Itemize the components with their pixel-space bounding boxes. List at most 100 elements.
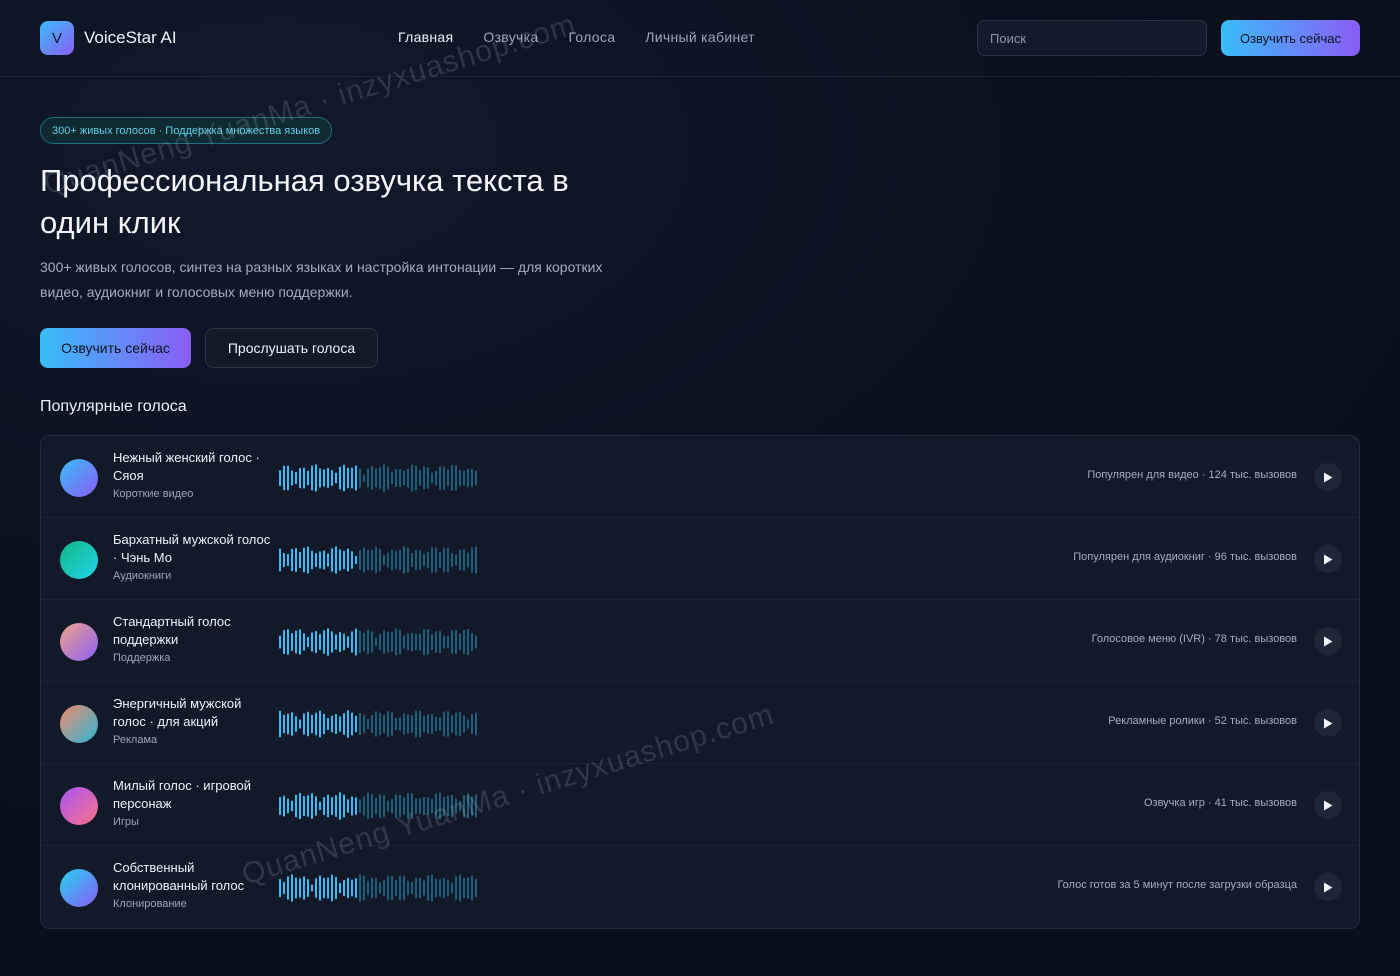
waveform-bar: [359, 549, 361, 571]
play-button[interactable]: [1314, 463, 1342, 491]
waveform-bar: [415, 465, 417, 491]
waveform-bar: [395, 550, 397, 570]
waveform-bar: [315, 712, 317, 736]
play-button[interactable]: [1314, 709, 1342, 737]
play-button[interactable]: [1314, 791, 1342, 819]
waveform-bar: [383, 714, 385, 734]
waveform-bar: [407, 547, 409, 573]
waveform-bar: [475, 878, 477, 898]
voice-name: Стандартный голос поддержки: [113, 614, 231, 647]
waveform-bar: [343, 794, 345, 818]
nav-item-account[interactable]: Личный кабинет: [645, 29, 755, 45]
waveform-bar: [419, 797, 421, 815]
waveform-bar: [323, 630, 325, 654]
waveform-bar: [355, 555, 357, 565]
waveform-bar: [371, 466, 373, 490]
waveform-bar: [383, 794, 385, 818]
voice-row[interactable]: Бархатный мужской голос · Чэнь Мо Аудиок…: [41, 518, 1359, 600]
waveform-bar: [355, 465, 357, 491]
waveform-bar: [359, 799, 361, 813]
waveform-bar: [295, 715, 297, 733]
voice-stats: Популярен для аудиокниг · 96 тыс. вызово…: [1073, 551, 1297, 563]
waveform-bar: [435, 470, 437, 486]
nav-item-home[interactable]: Главная: [398, 29, 453, 45]
play-button[interactable]: [1314, 873, 1342, 901]
waveform-bar: [399, 550, 401, 570]
waveform-bar: [447, 547, 449, 573]
waveform-bar: [423, 715, 425, 733]
brand-name[interactable]: VoiceStar AI: [84, 28, 177, 48]
waveform-bar: [279, 470, 281, 486]
waveform-bar: [279, 796, 281, 816]
waveform-bar: [375, 546, 377, 574]
waveform-bar: [319, 633, 321, 651]
waveform-bar: [399, 875, 401, 901]
waveform-bar: [351, 796, 353, 816]
waveform-bar: [455, 629, 457, 655]
waveform-bar: [303, 876, 305, 900]
avatar: [60, 459, 98, 497]
waveform-bar: [291, 548, 293, 572]
popular-voices-title: Популярные голоса: [40, 398, 187, 415]
waveform-bar: [307, 470, 309, 486]
waveform-bar: [447, 635, 449, 649]
waveform-bar: [367, 629, 369, 655]
logo-letter: V: [51, 29, 62, 47]
waveform-bar: [307, 711, 309, 737]
waveform-bar: [439, 630, 441, 654]
waveform-bar: [291, 874, 293, 902]
waveform-bar: [299, 719, 301, 729]
waveform-bar: [399, 629, 401, 655]
waveform-bar: [427, 796, 429, 816]
voice-now-button[interactable]: Озвучить сейчас: [40, 328, 191, 368]
waveform-bar: [371, 549, 373, 571]
waveform-bar: [391, 798, 393, 814]
voice-row[interactable]: Собственный клонированный голос Клониров…: [41, 846, 1359, 928]
waveform-bar: [367, 549, 369, 571]
search-input[interactable]: [977, 20, 1207, 56]
waveform-bar: [467, 877, 469, 899]
waveform-bar: [363, 796, 365, 816]
waveform-bar: [327, 877, 329, 899]
waveform-bar: [335, 713, 337, 735]
waveform-bar: [431, 713, 433, 735]
voice-row[interactable]: Милый голос · игровой персонаж Игры Озву…: [41, 764, 1359, 846]
play-icon: [1324, 554, 1333, 564]
waveform-bar: [371, 877, 373, 899]
waveform-bar: [467, 628, 469, 656]
waveform-bar: [291, 712, 293, 736]
waveform-bar: [423, 553, 425, 567]
nav-item-voiceover[interactable]: Озвучка: [483, 29, 538, 45]
waveform-bar: [359, 874, 361, 902]
waveform-bar: [303, 795, 305, 817]
header-cta-button[interactable]: Озвучить сейчас: [1221, 20, 1360, 56]
waveform-bar: [439, 465, 441, 491]
waveform-bar: [295, 471, 297, 485]
voice-row[interactable]: Нежный женский голос · Сяоя Короткие вид…: [41, 436, 1359, 518]
waveform-bar: [387, 631, 389, 653]
voice-stats: Голосовое меню (IVR) · 78 тыс. вызовов: [1091, 633, 1297, 645]
waveform-bar: [319, 875, 321, 901]
voice-row[interactable]: Стандартный голос поддержки Поддержка Го…: [41, 600, 1359, 682]
waveform-bar: [475, 712, 477, 736]
waveform-bar: [467, 468, 469, 488]
waveform-bar: [283, 629, 285, 655]
play-button[interactable]: [1314, 627, 1342, 655]
waveform-bar: [403, 713, 405, 735]
play-button[interactable]: [1314, 545, 1342, 573]
waveform-bar: [287, 629, 289, 655]
waveform-bar: [471, 632, 473, 652]
waveform-bar: [311, 793, 313, 819]
waveform-bar: [383, 630, 385, 654]
waveform-bar: [283, 881, 285, 895]
waveform-bar: [347, 710, 349, 738]
waveform-icon: [279, 710, 477, 738]
waveform-bar: [319, 801, 321, 811]
voice-row[interactable]: Энергичный мужской голос · для акций Рек…: [41, 682, 1359, 764]
waveform-bar: [347, 548, 349, 572]
waveform-bar: [431, 874, 433, 902]
play-icon: [1324, 472, 1333, 482]
play-icon: [1324, 800, 1333, 810]
listen-voices-button[interactable]: Прослушать голоса: [205, 328, 378, 368]
nav-item-voices[interactable]: Голоса: [568, 29, 615, 45]
